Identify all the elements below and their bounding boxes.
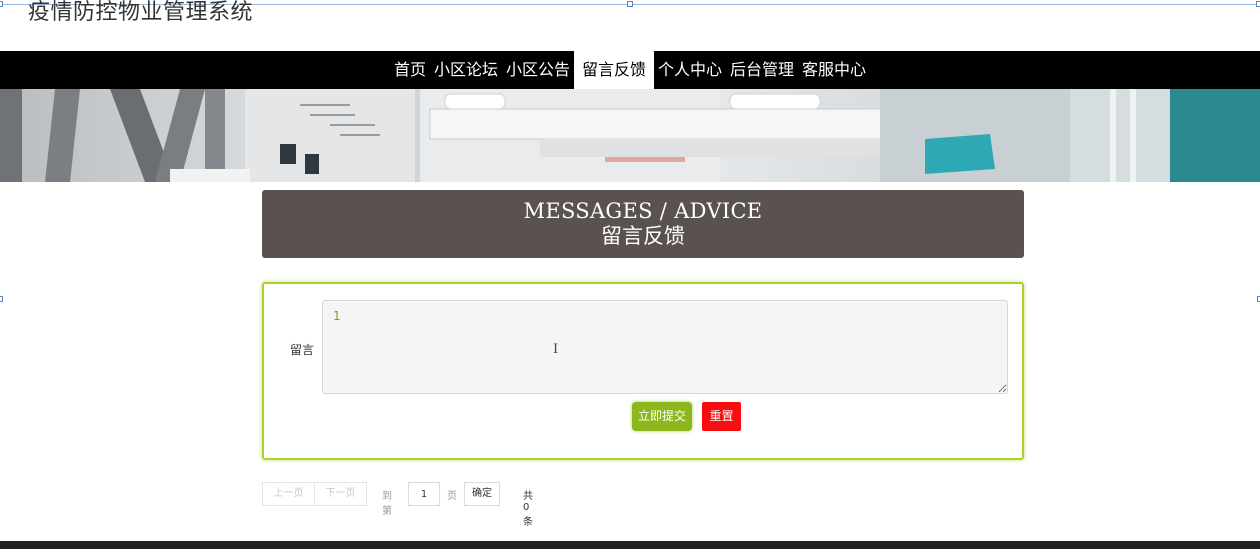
banner-illustration <box>0 89 1260 182</box>
confirm-page-button[interactable]: 确定 <box>464 482 500 506</box>
nav-item-feedback[interactable]: 留言反馈 <box>573 51 654 89</box>
section-heading: MESSAGES / ADVICE 留言反馈 <box>262 190 1024 258</box>
page-number-input[interactable] <box>408 482 440 506</box>
main-nav: 首页 小区论坛 小区公告 留言反馈 个人中心 后台管理 客服中心 <box>0 51 1260 89</box>
total-count: 共 0 条 <box>523 491 533 528</box>
page-unit-label: 页 <box>447 491 457 502</box>
selection-handle[interactable] <box>627 1 633 7</box>
prev-page-button[interactable]: 上一页 <box>262 482 315 506</box>
message-label: 留言 <box>290 343 315 357</box>
submit-button[interactable]: 立即提交 <box>632 402 692 431</box>
message-textarea[interactable]: 1 <box>322 300 1008 394</box>
banner-image <box>0 89 1260 182</box>
site-title: 疫情防控物业管理系统 <box>28 0 254 25</box>
nav-item-service[interactable]: 客服中心 <box>798 51 870 89</box>
goto-label: 到第 <box>382 491 392 517</box>
reset-button[interactable]: 重置 <box>702 402 741 431</box>
selection-handle[interactable] <box>1256 1 1260 7</box>
nav-item-home[interactable]: 首页 <box>390 51 430 89</box>
heading-title-cn: 留言反馈 <box>601 224 685 248</box>
selection-handle[interactable] <box>0 296 3 302</box>
nav-item-notice[interactable]: 小区公告 <box>502 51 574 89</box>
nav-item-admin[interactable]: 后台管理 <box>726 51 798 89</box>
next-page-button[interactable]: 下一页 <box>314 482 367 506</box>
nav-item-profile[interactable]: 个人中心 <box>654 51 726 89</box>
heading-title-en: MESSAGES / ADVICE <box>523 199 763 223</box>
nav-item-forum[interactable]: 小区论坛 <box>430 51 502 89</box>
footer-bar <box>0 541 1260 549</box>
text-cursor-icon: I <box>553 342 559 357</box>
feedback-form: 留言 1 I 立即提交 重置 <box>262 282 1024 460</box>
selection-handle[interactable] <box>0 1 3 7</box>
